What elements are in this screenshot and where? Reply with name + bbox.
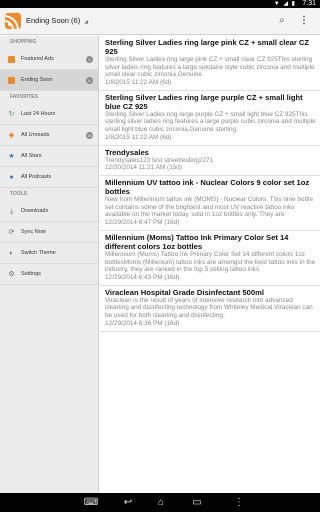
feed-icon bbox=[8, 77, 15, 84]
sidebar-item-label: Last 24 Hours bbox=[21, 111, 56, 117]
article-date: 12/30/2014 11:21 AM (15d) bbox=[105, 164, 182, 172]
article-title: Viraclean Hospital Grade Disinfectant 50… bbox=[105, 287, 264, 297]
search-icon[interactable]: ⌕ bbox=[274, 13, 290, 29]
rss-app-icon[interactable] bbox=[5, 13, 21, 29]
sidebar-item-settings[interactable]: ⚙ Settings bbox=[0, 264, 98, 285]
list-item[interactable]: Sterling Silver Ladies ring large pink C… bbox=[100, 36, 320, 91]
article-snippet: Millennium (Moms) Tattoo Ink Primary Col… bbox=[105, 250, 316, 274]
clock-icon: ↻ bbox=[8, 111, 15, 118]
theme-icon: ◐ bbox=[9, 250, 14, 257]
article-date: 12/29/2014 6:36 PM (16d) bbox=[105, 319, 180, 327]
sidebar-item-label: Downloads bbox=[21, 208, 49, 214]
unread-count-badge: 16 bbox=[86, 132, 93, 139]
sidebar-item-label: Featured Ads bbox=[21, 56, 54, 62]
sidebar-item-all-stars[interactable]: ★ All Stars bbox=[0, 146, 98, 167]
sidebar-item-switch-theme[interactable]: ◐ Switch Theme bbox=[0, 243, 98, 264]
article-title: Sterling Silver Ladies ring large purple… bbox=[105, 92, 303, 111]
download-icon: ⤓ bbox=[9, 208, 14, 215]
list-item[interactable]: Millennium (Moms) Tattoo Ink Primary Col… bbox=[100, 231, 320, 286]
article-list: Sterling Silver Ladies ring large pink C… bbox=[100, 36, 320, 493]
menu-icon[interactable]: ⋮ bbox=[226, 496, 252, 509]
list-item[interactable]: Millennium UV tattoo ink - Nuclear Color… bbox=[100, 176, 320, 231]
article-title: Millennium UV tattoo ink - Nuclear Color… bbox=[105, 178, 310, 197]
back-icon[interactable]: ↩ bbox=[115, 496, 141, 509]
sidebar-item-label: Sync Now bbox=[21, 229, 46, 235]
sidebar-item-downloads[interactable]: ⤓ Downloads bbox=[0, 201, 98, 222]
article-snippet: Trendysales123 test streettesting2271 bbox=[105, 156, 214, 164]
unread-count-badge: 4 bbox=[86, 56, 93, 63]
home-icon[interactable]: ⌂ bbox=[148, 496, 174, 509]
article-date: 12/29/2014 6:43 PM (16d) bbox=[105, 273, 180, 281]
feed-icon bbox=[8, 56, 15, 63]
article-snippet: Viraclean is the result of years of inte… bbox=[105, 296, 313, 319]
list-item[interactable]: Trendysales Trendysales123 test streette… bbox=[100, 146, 320, 177]
star-icon: ★ bbox=[8, 153, 15, 160]
status-icons: ▼ ◢ ▮ bbox=[273, 1, 296, 7]
sidebar-item-label: Ending Soon bbox=[21, 77, 53, 83]
sidebar-item-label: All Podcasts bbox=[21, 174, 52, 180]
sidebar-item-featured-ads[interactable]: Featured Ads 4 bbox=[0, 49, 98, 70]
article-date: 1/8/2015 11:22 AM (6d) bbox=[105, 133, 172, 141]
overflow-menu-icon[interactable]: ⋮ bbox=[296, 13, 312, 29]
article-title: Trendysales bbox=[105, 147, 149, 157]
feed-title[interactable]: Ending Soon (6) ◢ bbox=[26, 16, 88, 25]
unread-count-badge: 6 bbox=[86, 77, 93, 84]
sidebar-item-sync-now[interactable]: ⟳ Sync Now bbox=[0, 222, 98, 243]
sidebar-item-label: Switch Theme bbox=[21, 250, 56, 256]
system-nav-bar: ⌨ ↩ ⌂ ▭ ⋮ bbox=[0, 493, 320, 512]
keyboard-icon[interactable]: ⌨ bbox=[78, 496, 104, 509]
sidebar-item-all-unreads[interactable]: ◆ All Unreads 16 bbox=[0, 125, 98, 146]
status-bar: ▼ ◢ ▮ 7:31 bbox=[0, 0, 320, 8]
article-date: 1/8/2015 11:22 AM (6d) bbox=[105, 78, 172, 86]
gear-icon: ⚙ bbox=[8, 271, 15, 278]
list-item[interactable]: Viraclean Hospital Grade Disinfectant 50… bbox=[100, 286, 320, 332]
sidebar-item-last-24-hours[interactable]: ↻ Last 24 Hours bbox=[0, 104, 98, 125]
article-snippet: Sterling Silver Ladies ring large purple… bbox=[105, 110, 316, 133]
article-date: 12/29/2014 6:47 PM (16d) bbox=[105, 218, 180, 226]
recent-apps-icon[interactable]: ▭ bbox=[184, 496, 210, 509]
sidebar-item-label: All Stars bbox=[21, 153, 42, 159]
sidebar-item-ending-soon[interactable]: Ending Soon 6 bbox=[0, 70, 98, 91]
sidebar-item-label: Settings bbox=[21, 271, 41, 277]
article-title: Sterling Silver Ladies ring large pink C… bbox=[105, 38, 310, 56]
article-title: Millennium (Moms) Tattoo Ink Primary Col… bbox=[105, 232, 289, 251]
section-header-favorites: FAVORITES bbox=[10, 94, 38, 100]
sidebar-item-all-podcasts[interactable]: ● All Podcasts bbox=[0, 167, 98, 188]
podcast-icon: ● bbox=[9, 174, 14, 181]
dropdown-caret-icon: ◢ bbox=[84, 19, 89, 25]
article-snippet: Sterling Silver Ladies ring large pink C… bbox=[105, 56, 315, 79]
feed-title-label: Ending Soon (6) bbox=[26, 16, 81, 25]
status-time: 7:31 bbox=[302, 0, 316, 7]
action-bar: Ending Soon (6) ◢ ⌕ ⋮ bbox=[0, 8, 320, 35]
section-header-tools: TOOLS bbox=[10, 191, 28, 197]
sidebar-item-label: All Unreads bbox=[21, 132, 50, 138]
unread-icon: ◆ bbox=[8, 132, 15, 139]
sync-icon: ⟳ bbox=[8, 229, 15, 236]
list-item[interactable]: Sterling Silver Ladies ring large purple… bbox=[100, 91, 320, 146]
section-header-shopping: SHOPPING bbox=[10, 39, 37, 45]
article-snippet: New from Millennium tattoo ink (MOMS) - … bbox=[105, 196, 313, 219]
navigation-drawer: SHOPPING Featured Ads 4 Ending Soon 6 FA… bbox=[0, 36, 99, 493]
